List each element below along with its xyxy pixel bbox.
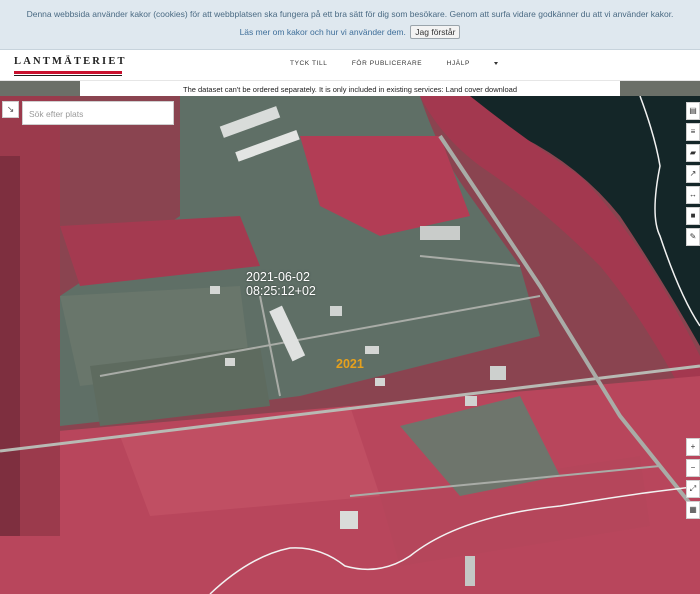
nav-feedback[interactable]: TYCK TILL bbox=[290, 60, 327, 67]
map-toolbar: ▤ ≡ ▰ ↗ ↔ ■ ✎ bbox=[686, 102, 700, 249]
pencil-icon[interactable]: ✎ bbox=[686, 228, 700, 246]
arrow-diagonal-icon: ↘ bbox=[6, 104, 15, 114]
zoom-out-button[interactable]: − bbox=[686, 459, 700, 477]
zoom-in-button[interactable]: + bbox=[686, 438, 700, 456]
capture-time: 08:25:12+02 bbox=[246, 284, 316, 298]
top-navbar: LANTMÄTERIET TYCK TILL FÖR PUBLICERARE H… bbox=[0, 50, 700, 81]
list-icon[interactable]: ≡ bbox=[686, 123, 700, 141]
nav-help[interactable]: HJÄLP bbox=[447, 60, 520, 67]
cookie-banner: Denna webbsida använder kakor (cookies) … bbox=[0, 0, 700, 50]
cookie-text: Denna webbsida använder kakor (cookies) … bbox=[26, 9, 674, 19]
eraser-icon[interactable]: ▰ bbox=[686, 144, 700, 162]
measure-icon[interactable]: ↔ bbox=[686, 186, 700, 204]
share-icon[interactable]: ↗ bbox=[686, 165, 700, 183]
place-search-input[interactable]: Sök efter plats bbox=[22, 101, 174, 125]
map-view[interactable] bbox=[0, 96, 700, 594]
capture-timestamp: 2021-06-02 08:25:12+02 bbox=[246, 270, 316, 298]
fullscreen-icon[interactable]: ⤢ bbox=[686, 480, 700, 498]
nav-publishers[interactable]: FÖR PUBLICERARE bbox=[352, 60, 422, 67]
cookie-info-link[interactable]: Läs mer om kakor och hur vi använder dem… bbox=[240, 27, 406, 37]
lantmateriet-logo[interactable]: LANTMÄTERIET bbox=[14, 56, 125, 76]
collapse-panel-button[interactable]: ↘ bbox=[2, 101, 19, 118]
aerial-image bbox=[0, 96, 700, 594]
image-year-label: 2021 bbox=[336, 357, 364, 371]
capture-date: 2021-06-02 bbox=[246, 270, 310, 284]
chevron-down-icon bbox=[493, 61, 498, 65]
stop-icon[interactable]: ■ bbox=[686, 207, 700, 225]
layers-stack-icon[interactable]: ▤ bbox=[686, 102, 700, 120]
cookie-accept-button[interactable]: Jag förstår bbox=[410, 25, 461, 39]
zoom-controls: + − ⤢ ▦ bbox=[686, 438, 700, 522]
grid-icon[interactable]: ▦ bbox=[686, 501, 700, 519]
dataset-notice: The dataset can't be ordered separately.… bbox=[80, 81, 620, 96]
